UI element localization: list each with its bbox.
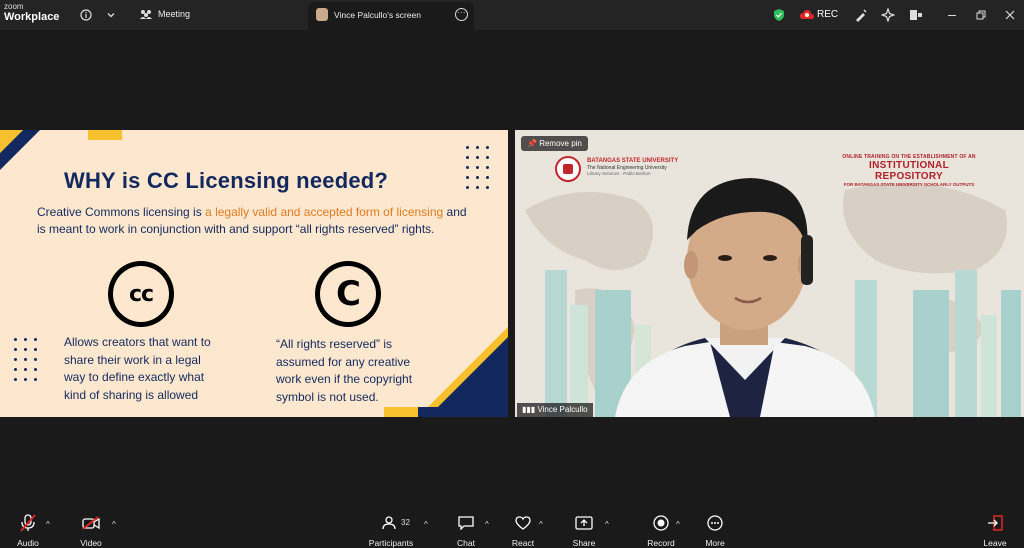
brand-top: zoom (4, 2, 24, 11)
more-options-icon[interactable]: ··· (455, 8, 468, 21)
rec-label[interactable]: REC (817, 9, 838, 20)
university-name: BATANGAS STATE UNIVERSITY (587, 158, 679, 164)
record-label: Record (647, 538, 675, 548)
remove-pin-button[interactable]: 📌 Remove pin (521, 136, 588, 151)
participants-count: 32 (401, 518, 410, 527)
share-button[interactable]: Share (571, 514, 597, 548)
more-button[interactable]: More (703, 514, 727, 548)
participants-label: Participants (368, 538, 414, 548)
meeting-tab-label[interactable]: Meeting (158, 9, 190, 19)
share-label: Share (572, 538, 596, 548)
close-icon[interactable] (1002, 7, 1018, 23)
restore-icon[interactable] (973, 7, 989, 23)
chat-icon (458, 516, 474, 530)
audio-button[interactable]: Audio (14, 514, 42, 548)
university-logo: BATANGAS STATE UNIVERSITY The National E… (555, 154, 679, 182)
copyright-icon: C (315, 261, 381, 327)
decor-yellow-bar (88, 130, 122, 140)
signal-icon: ▮▮▮ (522, 405, 536, 414)
title-bar: zoom Workplace Meeting Vince Palcullo's … (0, 0, 1024, 30)
cc-desc-line: kind of sharing is allowed (64, 387, 199, 402)
leave-label: Leave (983, 538, 1007, 548)
copyright-desc-line: symbol is not used. (276, 389, 379, 404)
chevron-up-icon[interactable]: ^ (676, 520, 680, 529)
decor-navy-corner (428, 337, 508, 417)
share-screen-icon (575, 516, 593, 530)
participant-name-tag: ▮▮▮ Vince Palcullo (517, 403, 593, 417)
slide-title: WHY is CC Licensing needed? (64, 168, 389, 193)
cc-icon-text: cc (128, 281, 154, 307)
university-seal-icon (555, 156, 581, 182)
chevron-down-icon[interactable] (103, 7, 119, 23)
chat-label: Chat (457, 538, 475, 548)
remove-pin-label: Remove pin (539, 139, 582, 148)
chevron-up-icon[interactable]: ^ (424, 520, 428, 529)
cc-description: Allows creators that want to share their… (64, 334, 211, 404)
copyright-desc-line: work even if the copyright (276, 372, 413, 386)
minimize-icon[interactable] (944, 7, 960, 23)
leave-button[interactable]: Leave (982, 514, 1008, 548)
record-button[interactable]: Record (646, 514, 676, 548)
participants-icon (382, 516, 396, 530)
participant-name: Vince Palcullo (537, 405, 588, 414)
zoom-logo: zoom Workplace (4, 3, 59, 23)
university-subtitle-2: Library Services · Pablo Borbon (587, 171, 651, 176)
annotate-icon[interactable] (853, 7, 869, 23)
training-line-3: FOR BATANGAS STATE UNIVERSITY SCHOLARLY … (843, 182, 975, 187)
meeting-controls: Audio ^ Video ^ Participants 32 ^ Chat ^… (0, 510, 1024, 548)
para-text: Creative Commons licensing is (37, 205, 206, 219)
audio-label: Audio (17, 538, 39, 548)
video-label: Video (80, 538, 102, 548)
chevron-up-icon[interactable]: ^ (485, 520, 489, 529)
shared-slide: WHY is CC Licensing needed? Creative Com… (0, 130, 508, 417)
copyright-icon-text: C (336, 274, 361, 314)
training-banner: ONLINE TRAINING ON THE ESTABLISHMENT OF … (834, 154, 984, 187)
cc-desc-line: Allows creators that want to (64, 335, 211, 349)
training-line-2: INSTITUTIONAL REPOSITORY (868, 160, 949, 182)
cc-desc-line: share their work in a legal (64, 352, 201, 367)
meeting-icon[interactable] (138, 7, 154, 23)
decor-dots (14, 338, 37, 381)
more-label: More (705, 538, 725, 548)
creative-commons-icon: cc (108, 261, 174, 327)
chevron-up-icon[interactable]: ^ (605, 520, 609, 529)
heart-icon (515, 516, 531, 530)
meeting-content: WHY is CC Licensing needed? Creative Com… (0, 30, 1024, 510)
screen-tab-label: Vince Palcullo's screen (334, 10, 421, 20)
view-layout-icon[interactable] (908, 7, 924, 23)
para-highlight: a legally valid and accepted form of lic… (205, 205, 444, 219)
security-shield-icon[interactable] (771, 7, 787, 23)
copyright-desc-line: assumed for any creative (276, 354, 411, 369)
chevron-up-icon[interactable]: ^ (539, 520, 543, 529)
react-button[interactable]: React (510, 514, 536, 548)
recording-cloud-icon[interactable] (799, 7, 815, 23)
cc-desc-line: way to define exactly what (64, 370, 205, 384)
info-icon[interactable] (78, 7, 94, 23)
leave-icon (988, 515, 1003, 531)
copyright-desc-line: “All rights reserved” is (276, 337, 393, 351)
record-icon (653, 515, 669, 531)
react-label: React (511, 538, 535, 548)
speaker-video-tile[interactable]: 📌 Remove pin BATANGAS STATE UNIVERSITY T… (515, 130, 1024, 417)
brand-bottom: Workplace (4, 11, 60, 23)
chat-button[interactable]: Chat (454, 514, 478, 548)
decor-yellow-bar (384, 407, 418, 417)
more-icon (707, 515, 723, 531)
decor-dots (466, 146, 489, 189)
slide-paragraph: Creative Commons licensing is a legally … (37, 204, 467, 238)
avatar (316, 8, 328, 21)
decor-navy-bar (418, 407, 508, 417)
video-button[interactable]: Video (78, 514, 104, 548)
screen-share-tab[interactable]: Vince Palcullo's screen ··· (308, 2, 474, 30)
chevron-up-icon[interactable]: ^ (112, 520, 116, 529)
mic-muted-icon (20, 514, 36, 532)
copyright-description: “All rights reserved” is assumed for any… (276, 336, 412, 406)
video-off-icon (82, 516, 100, 530)
ai-companion-icon[interactable] (880, 7, 896, 23)
chevron-up-icon[interactable]: ^ (46, 520, 50, 529)
